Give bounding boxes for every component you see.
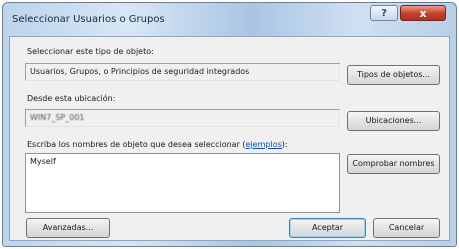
dialog-body: Seleccionar este tipo de objeto: Usuario…	[9, 36, 450, 241]
object-names-value: Myself	[30, 157, 56, 166]
locations-button-label: Ubicaciones...	[365, 116, 422, 125]
object-type-field: Usuarios, Grupos, o Principios de seguri…	[25, 63, 340, 81]
help-button[interactable]: ?	[370, 5, 398, 21]
window-title: Seleccionar Usuarios o Grupos	[12, 14, 165, 25]
location-value: WIN7_SP_001	[30, 113, 85, 122]
object-type-value: Usuarios, Grupos, o Principios de seguri…	[30, 67, 250, 76]
advanced-button[interactable]: Avanzadas...	[26, 218, 110, 238]
ok-button[interactable]: Aceptar	[289, 218, 366, 238]
object-type-label: Seleccionar este tipo de objeto:	[27, 47, 154, 56]
close-icon: x	[419, 7, 427, 20]
cancel-button[interactable]: Cancelar	[373, 218, 440, 238]
names-label-suffix: ):	[281, 140, 288, 149]
cancel-button-label: Cancelar	[388, 223, 425, 232]
close-button[interactable]: x	[400, 5, 446, 21]
locations-button[interactable]: Ubicaciones...	[347, 111, 440, 131]
location-field: WIN7_SP_001	[25, 109, 340, 127]
ok-button-label: Aceptar	[311, 223, 344, 232]
object-types-button-label: Tipos de objetos...	[356, 70, 431, 79]
object-names-textarea[interactable]: Myself	[25, 153, 340, 213]
advanced-button-label: Avanzadas...	[42, 223, 94, 232]
check-names-button[interactable]: Comprobar nombres	[347, 154, 440, 174]
location-label: Desde esta ubicación:	[27, 94, 116, 103]
names-label: Escriba los nombres de objeto que desea …	[27, 140, 288, 149]
question-mark-icon: ?	[381, 8, 387, 19]
dialog-window: Seleccionar Usuarios o Grupos ? x Selecc…	[2, 2, 457, 247]
examples-link[interactable]: ejemplos	[246, 140, 282, 149]
check-names-button-label: Comprobar nombres	[352, 159, 435, 168]
names-label-prefix: Escriba los nombres de objeto que desea …	[27, 140, 246, 149]
object-types-button[interactable]: Tipos de objetos...	[347, 65, 440, 85]
title-bar[interactable]: Seleccionar Usuarios o Grupos ? x	[3, 3, 456, 37]
